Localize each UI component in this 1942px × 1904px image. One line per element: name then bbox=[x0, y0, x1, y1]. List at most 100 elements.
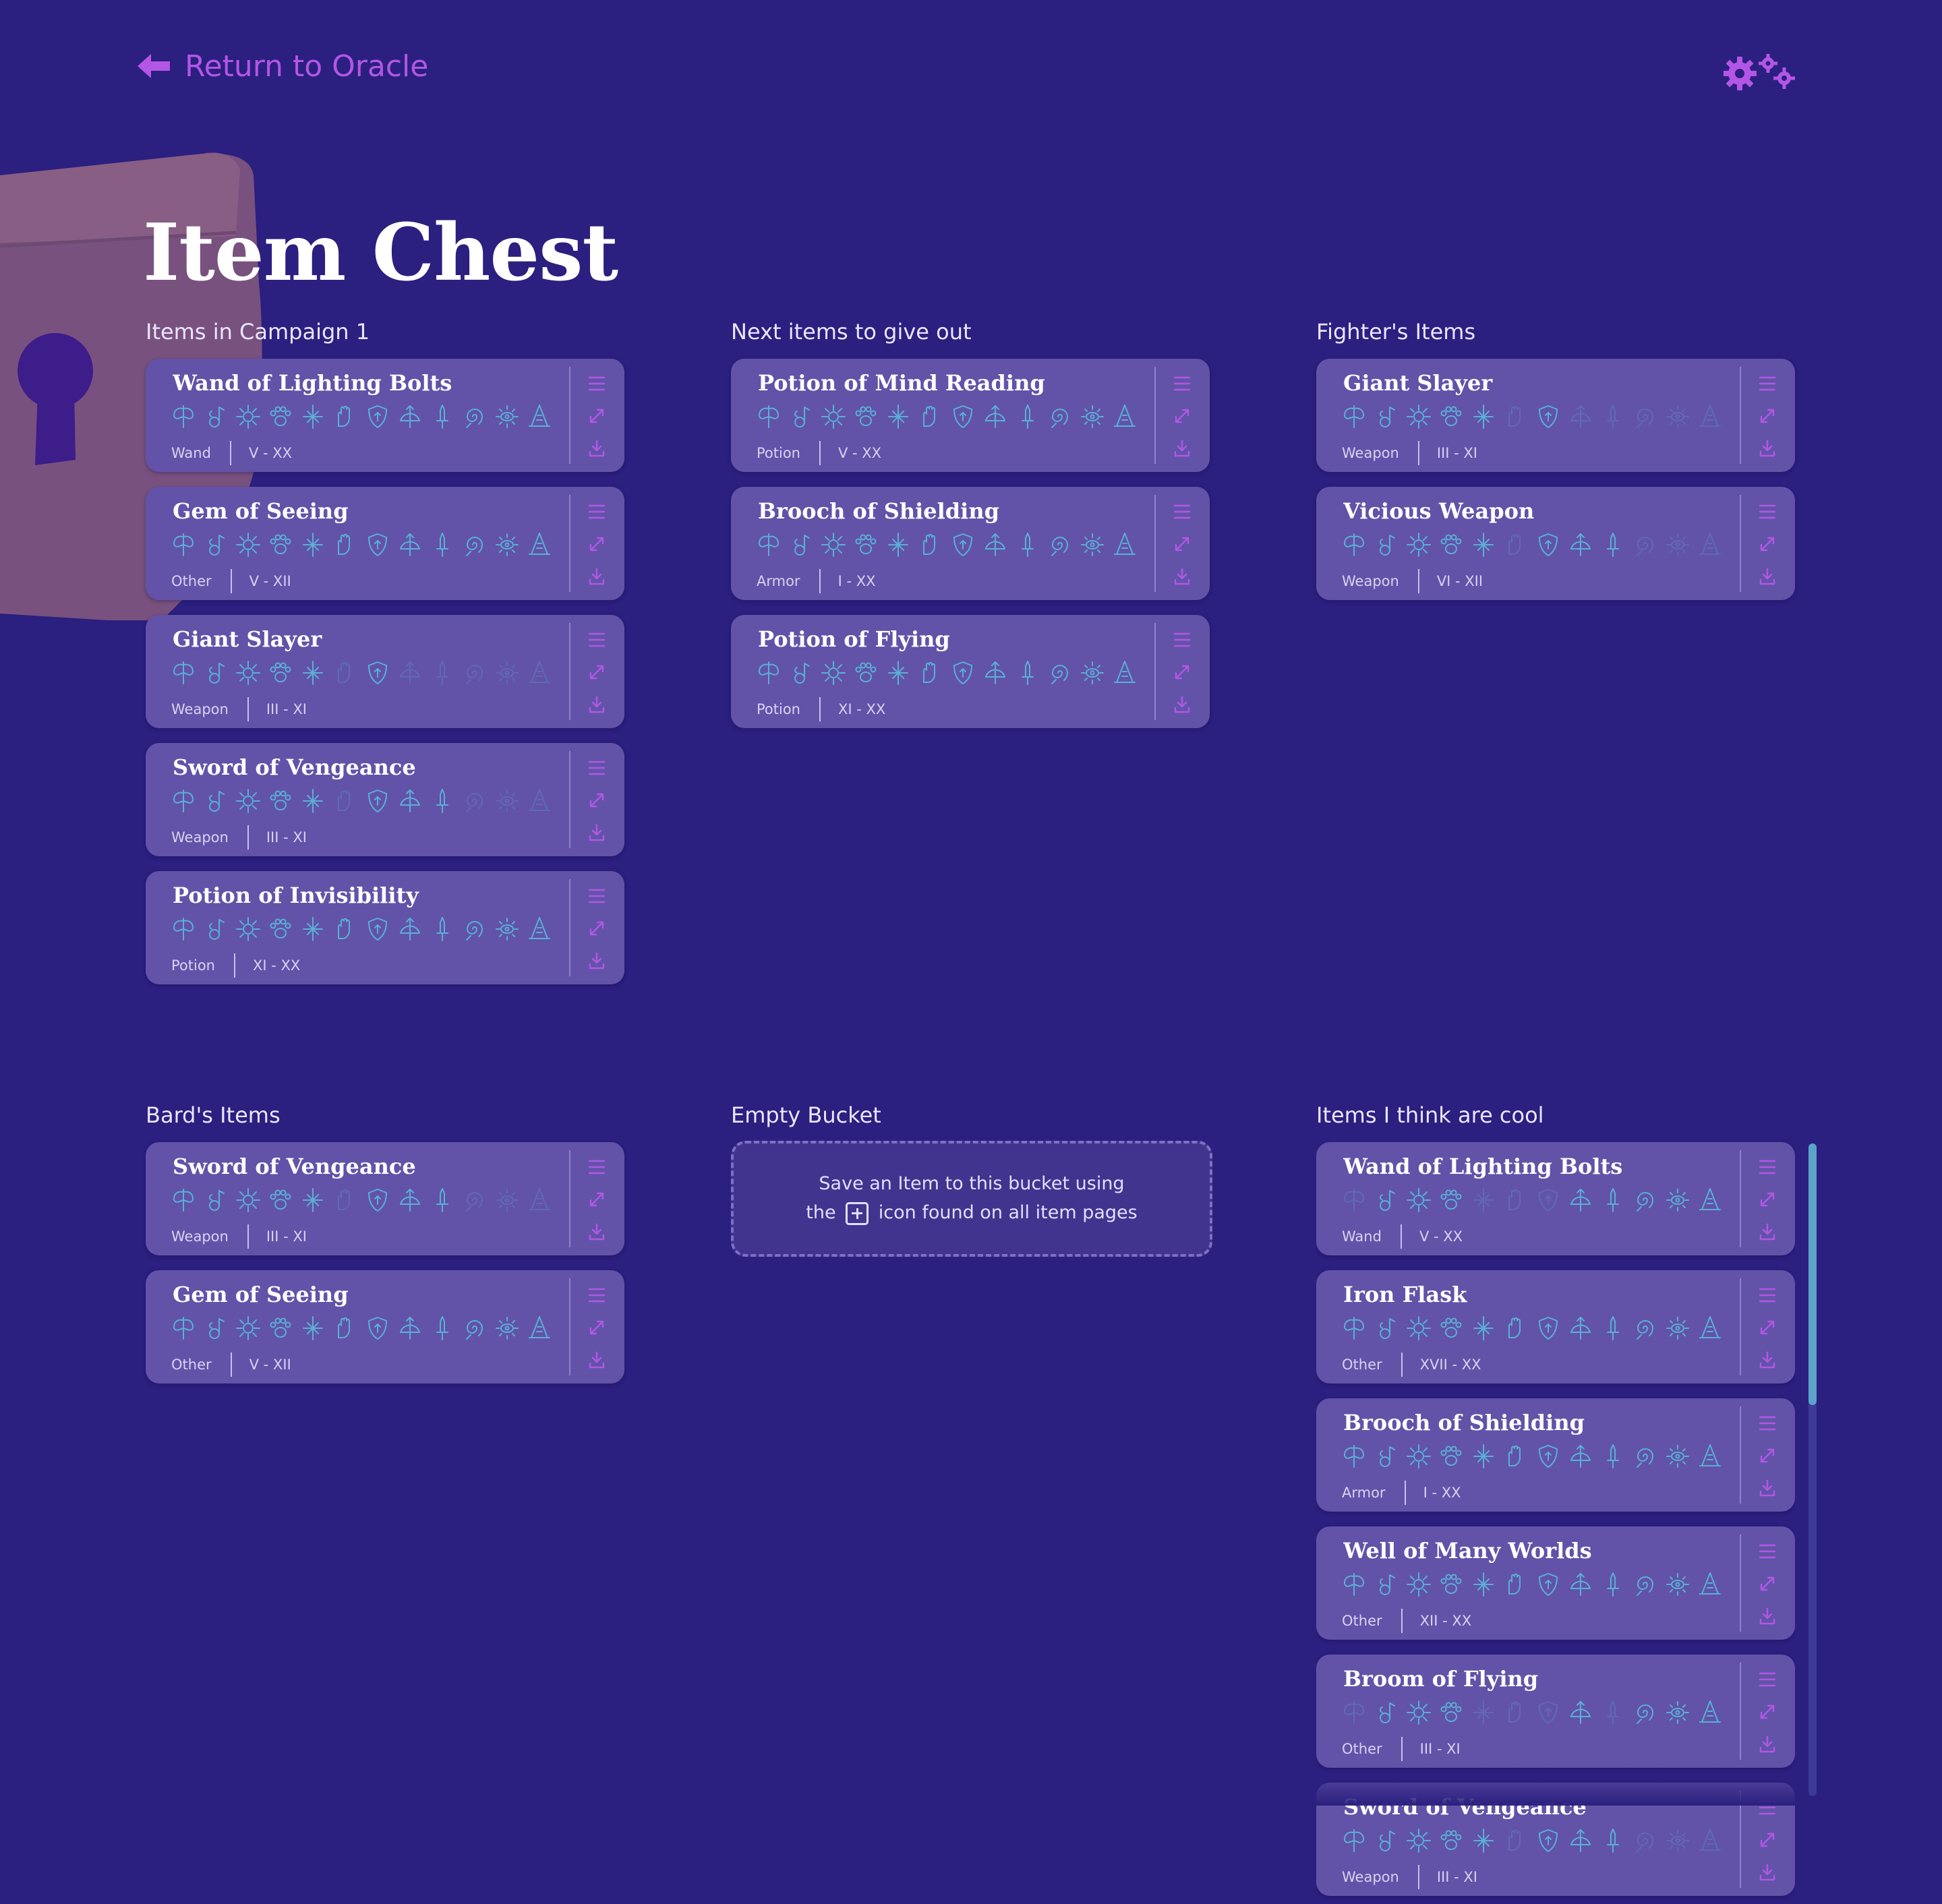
cool-items-scrollbar-thumb[interactable] bbox=[1808, 1143, 1817, 1405]
download-icon[interactable] bbox=[587, 566, 607, 587]
expand-icon[interactable] bbox=[587, 406, 607, 426]
item-card[interactable]: Well of Many Worlds Other XII - XX bbox=[1316, 1526, 1795, 1640]
item-card[interactable]: Giant Slayer Weapon III - XI bbox=[1316, 359, 1795, 472]
item-level-range: III - XI bbox=[266, 1228, 307, 1245]
download-icon[interactable] bbox=[1757, 1222, 1777, 1242]
sorcerer-icon bbox=[461, 403, 488, 430]
rogue-icon bbox=[1599, 1827, 1626, 1854]
item-type: Weapon bbox=[1342, 1869, 1399, 1885]
barbarian-icon bbox=[170, 1187, 197, 1214]
download-icon[interactable] bbox=[587, 1350, 607, 1370]
menu-icon[interactable] bbox=[1172, 630, 1192, 650]
barbarian-icon bbox=[170, 1315, 197, 1342]
expand-icon[interactable] bbox=[1172, 662, 1192, 682]
bard-icon bbox=[202, 1315, 229, 1342]
meta-divider bbox=[1417, 441, 1419, 465]
class-icon-row bbox=[170, 916, 553, 943]
bard-icon bbox=[202, 787, 229, 814]
expand-icon[interactable] bbox=[1757, 1189, 1777, 1210]
expand-icon[interactable] bbox=[587, 918, 607, 939]
meta-divider bbox=[229, 441, 231, 465]
warlock-icon bbox=[494, 531, 521, 558]
expand-icon[interactable] bbox=[1757, 534, 1777, 554]
download-icon[interactable] bbox=[1757, 1350, 1777, 1370]
menu-icon[interactable] bbox=[1757, 502, 1777, 522]
expand-icon[interactable] bbox=[1757, 406, 1777, 426]
barbarian-icon bbox=[1341, 1699, 1367, 1726]
download-icon[interactable] bbox=[1757, 1478, 1777, 1498]
expand-icon[interactable] bbox=[1757, 1702, 1777, 1722]
barbarian-icon bbox=[1341, 1187, 1367, 1214]
menu-icon[interactable] bbox=[587, 1285, 607, 1305]
download-icon[interactable] bbox=[1172, 438, 1192, 458]
expand-icon[interactable] bbox=[587, 1189, 607, 1210]
menu-icon[interactable] bbox=[1757, 1285, 1777, 1305]
menu-icon[interactable] bbox=[1757, 1669, 1777, 1690]
download-icon[interactable] bbox=[1172, 694, 1192, 715]
download-icon[interactable] bbox=[587, 438, 607, 458]
menu-icon[interactable] bbox=[587, 758, 607, 778]
menu-icon[interactable] bbox=[587, 374, 607, 394]
expand-icon[interactable] bbox=[587, 662, 607, 682]
item-card[interactable]: Gem of Seeing Other V - XII bbox=[146, 487, 624, 600]
item-card[interactable]: Potion of Flying Potion XI - XX bbox=[731, 615, 1210, 728]
menu-icon[interactable] bbox=[1757, 1541, 1777, 1561]
download-icon[interactable] bbox=[587, 1222, 607, 1242]
menu-icon[interactable] bbox=[1757, 1413, 1777, 1433]
expand-icon[interactable] bbox=[1757, 1446, 1777, 1466]
expand-icon[interactable] bbox=[1757, 1317, 1777, 1338]
barbarian-icon bbox=[1341, 1571, 1367, 1598]
download-icon[interactable] bbox=[1757, 1734, 1777, 1754]
download-icon[interactable] bbox=[587, 823, 607, 843]
menu-icon[interactable] bbox=[587, 886, 607, 906]
download-icon[interactable] bbox=[1757, 438, 1777, 458]
item-card[interactable]: Potion of Invisibility Potion XI - XX bbox=[146, 871, 624, 984]
item-card[interactable]: Giant Slayer Weapon III - XI bbox=[146, 615, 624, 728]
item-name: Giant Slayer bbox=[1343, 370, 1493, 396]
menu-icon[interactable] bbox=[1757, 1157, 1777, 1177]
expand-icon[interactable] bbox=[587, 534, 607, 554]
expand-icon[interactable] bbox=[1172, 534, 1192, 554]
monk-icon bbox=[332, 1315, 359, 1342]
item-level-range: XI - XX bbox=[838, 701, 886, 717]
download-icon[interactable] bbox=[1172, 566, 1192, 587]
paladin-icon bbox=[364, 916, 391, 943]
menu-icon[interactable] bbox=[1757, 374, 1777, 394]
item-card[interactable]: Sword of Vengeance Weapon III - XI bbox=[146, 743, 624, 856]
item-card[interactable]: Brooch of Shielding Armor I - XX bbox=[1316, 1398, 1795, 1512]
download-icon[interactable] bbox=[1757, 566, 1777, 587]
warlock-icon bbox=[1664, 1827, 1691, 1854]
menu-icon[interactable] bbox=[1172, 374, 1192, 394]
cool-items-scrollbar[interactable] bbox=[1808, 1143, 1817, 1796]
item-card[interactable]: Potion of Mind Reading Potion V - XX bbox=[731, 359, 1210, 472]
cleric-icon bbox=[235, 403, 262, 430]
download-icon[interactable] bbox=[587, 694, 607, 715]
item-name: Well of Many Worlds bbox=[1343, 1538, 1592, 1564]
download-icon[interactable] bbox=[1757, 1606, 1777, 1626]
return-to-oracle-link[interactable]: Return to Oracle bbox=[136, 47, 428, 85]
menu-icon[interactable] bbox=[587, 1157, 607, 1177]
download-icon[interactable] bbox=[587, 951, 607, 971]
item-card[interactable]: Brooch of Shielding Armor I - XX bbox=[731, 487, 1210, 600]
empty-bucket-dropzone[interactable]: Save an Item to this bucket using the ic… bbox=[731, 1141, 1212, 1257]
expand-icon[interactable] bbox=[1172, 406, 1192, 426]
expand-icon[interactable] bbox=[1757, 1574, 1777, 1594]
expand-icon[interactable] bbox=[587, 790, 607, 810]
druid-icon bbox=[1438, 1187, 1465, 1214]
expand-icon[interactable] bbox=[587, 1317, 607, 1338]
item-card[interactable]: Gem of Seeing Other V - XII bbox=[146, 1270, 624, 1384]
download-icon[interactable] bbox=[1757, 1862, 1777, 1882]
item-card[interactable]: Wand of Lighting Bolts Wand V - XX bbox=[146, 359, 624, 472]
item-card[interactable]: Vicious Weapon Weapon VI - XII bbox=[1316, 487, 1795, 600]
item-card[interactable]: Iron Flask Other XVII - XX bbox=[1316, 1270, 1795, 1384]
item-card[interactable]: Broom of Flying Other III - XI bbox=[1316, 1655, 1795, 1768]
expand-icon[interactable] bbox=[1757, 1830, 1777, 1850]
menu-icon[interactable] bbox=[587, 502, 607, 522]
menu-icon[interactable] bbox=[1172, 502, 1192, 522]
druid-icon bbox=[267, 787, 294, 814]
settings-gears-icon[interactable] bbox=[1724, 53, 1798, 92]
item-card[interactable]: Wand of Lighting Bolts Wand V - XX bbox=[1316, 1142, 1795, 1255]
item-card[interactable]: Sword of Vengeance Weapon III - XI bbox=[146, 1142, 624, 1255]
barbarian-icon bbox=[170, 916, 197, 943]
menu-icon[interactable] bbox=[587, 630, 607, 650]
